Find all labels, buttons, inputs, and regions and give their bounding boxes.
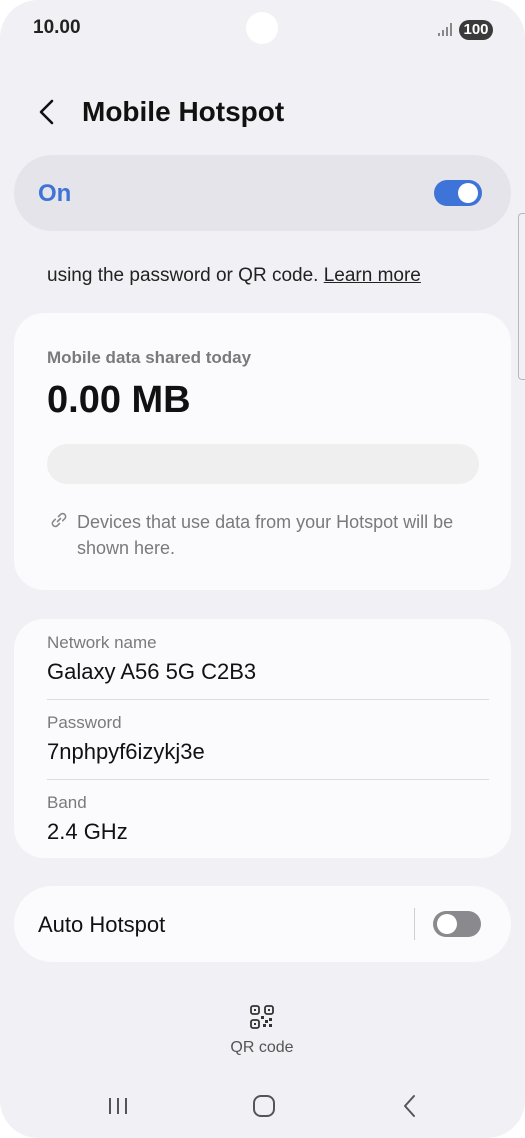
nav-back-button[interactable]	[396, 1092, 424, 1120]
network-name-label: Network name	[47, 633, 157, 652]
divider	[414, 908, 415, 940]
toggle-knob	[437, 914, 457, 934]
system-nav-bar	[0, 1080, 525, 1130]
description-text: using the password or QR code.	[47, 265, 319, 286]
hotspot-toggle[interactable]	[434, 180, 482, 206]
camera-cutout	[246, 12, 278, 44]
qr-code-button[interactable]: QR code	[212, 1005, 312, 1061]
network-details-card: Network name Galaxy A56 5G C2B3 Password…	[14, 619, 511, 858]
band-value: 2.4 GHz	[47, 819, 128, 844]
band-label: Band	[47, 793, 87, 812]
qr-code-label: QR code	[230, 1039, 294, 1056]
battery-icon: 100	[459, 20, 493, 40]
auto-hotspot-label: Auto Hotspot	[38, 912, 166, 937]
password-value: 7nphpyf6izykj3e	[47, 739, 205, 764]
data-usage-label: Mobile data shared today	[47, 348, 252, 367]
divider	[47, 779, 489, 780]
hotspot-master-switch[interactable]: On	[14, 155, 511, 231]
hotspot-description: using the password or QR code. Learn mor…	[47, 265, 421, 287]
auto-hotspot-toggle[interactable]	[433, 911, 481, 937]
recents-icon	[109, 1098, 127, 1114]
home-icon	[253, 1095, 275, 1117]
link-icon	[51, 512, 67, 528]
divider	[47, 699, 489, 700]
qr-code-icon	[250, 1005, 274, 1029]
recents-button[interactable]	[104, 1092, 132, 1120]
network-name-value: Galaxy A56 5G C2B3	[47, 659, 257, 684]
home-button[interactable]	[250, 1092, 278, 1120]
page-title: Mobile Hotspot	[82, 96, 285, 127]
data-usage-value: 0.00 MB	[47, 379, 191, 421]
learn-more-link[interactable]: Learn more	[324, 265, 421, 286]
auto-hotspot-row[interactable]: Auto Hotspot	[14, 886, 511, 962]
hotspot-status-label: On	[38, 180, 72, 207]
password-label: Password	[47, 713, 122, 732]
network-name-row[interactable]: Network name Galaxy A56 5G C2B3	[47, 633, 489, 685]
status-time: 10.00	[33, 17, 81, 38]
page-header: Mobile Hotspot	[0, 84, 525, 140]
back-arrow-icon	[39, 99, 54, 125]
connected-devices-note: Devices that use data from your Hotspot …	[77, 512, 454, 558]
signal-icon	[438, 23, 452, 36]
password-row[interactable]: Password 7nphpyf6izykj3e	[47, 713, 489, 765]
data-usage-card: Mobile data shared today 0.00 MB Devices…	[14, 313, 511, 590]
nav-back-icon	[404, 1095, 415, 1117]
back-button[interactable]	[30, 94, 66, 130]
toggle-knob	[458, 183, 478, 203]
edge-panel-handle[interactable]	[518, 213, 525, 380]
phone-screen: 10.00 100 Mobile Hotspot On using the pa…	[0, 0, 525, 1138]
band-row[interactable]: Band 2.4 GHz	[47, 793, 489, 845]
status-bar: 10.00 100	[0, 0, 525, 56]
data-usage-bar	[47, 444, 479, 484]
